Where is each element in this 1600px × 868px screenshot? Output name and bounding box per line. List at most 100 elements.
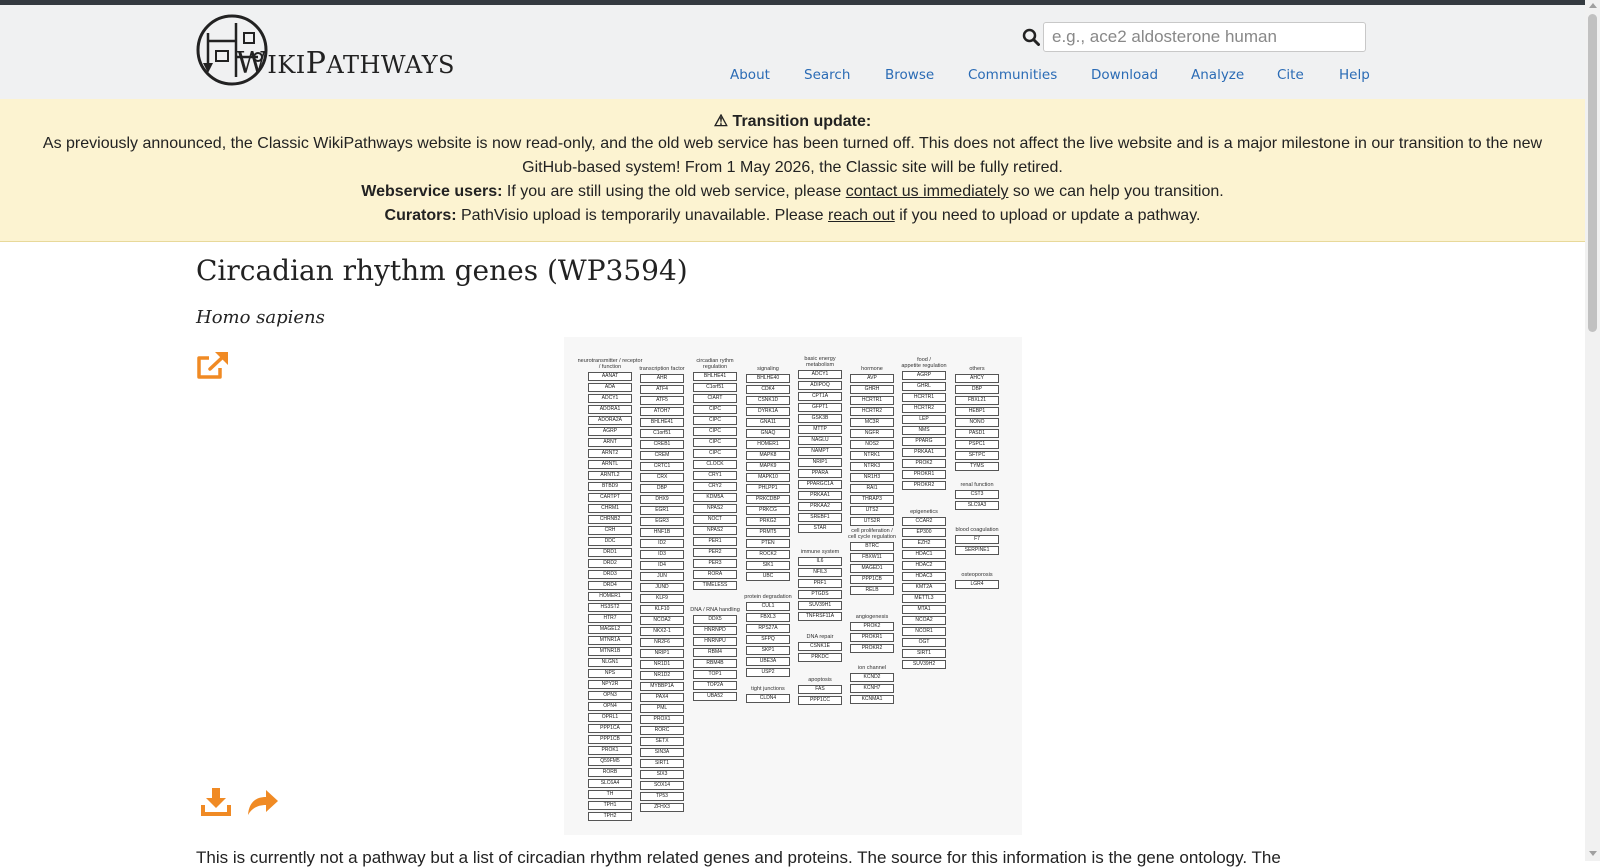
gene-node[interactable]: TOP2A [693,681,737,690]
gene-node[interactable]: CARTPT [588,493,632,502]
gene-node[interactable]: BTBD9 [588,482,632,491]
search-input[interactable] [1043,22,1366,52]
gene-node[interactable]: ID4 [640,561,684,570]
gene-node[interactable]: RELB [850,586,894,595]
gene-node[interactable]: NCOR1 [902,627,946,636]
gene-node[interactable]: SETX [640,737,684,746]
gene-node[interactable]: DRD4 [588,581,632,590]
gene-node[interactable]: SFTPC [955,451,999,460]
gene-node[interactable]: EP300 [902,528,946,537]
gene-node[interactable]: PROKR2 [902,481,946,490]
gene-node[interactable]: OPN4 [588,702,632,711]
gene-node[interactable]: MTTP [798,425,842,434]
gene-node[interactable]: CHRNB2 [588,515,632,524]
gene-node[interactable]: MC3R [850,418,894,427]
gene-node[interactable]: KMT2A [902,583,946,592]
gene-node[interactable]: NTRK1 [850,451,894,460]
gene-node[interactable]: NPS [588,669,632,678]
gene-node[interactable]: KLF9 [640,594,684,603]
scrollbar[interactable] [1585,0,1600,861]
gene-node[interactable]: PTGDS [798,590,842,599]
gene-node[interactable]: HS3ST2 [588,603,632,612]
gene-node[interactable]: SOX14 [640,781,684,790]
gene-node[interactable]: HCRTR1 [902,393,946,402]
gene-node[interactable]: ROCK2 [746,550,790,559]
gene-node[interactable]: IL6 [798,557,842,566]
gene-node[interactable]: TNFRSF11A [798,612,842,621]
gene-node[interactable]: SLC9A3 [955,501,999,510]
gene-node[interactable]: C1orf51 [693,383,737,392]
gene-node[interactable]: Q59FM5 [588,757,632,766]
gene-node[interactable]: PROX1 [640,715,684,724]
gene-node[interactable]: DBP [640,484,684,493]
gene-node[interactable]: DDX5 [693,615,737,624]
gene-node[interactable]: SLC6A4 [588,779,632,788]
gene-node[interactable]: PHLPP1 [746,484,790,493]
gene-node[interactable]: ADCY1 [588,394,632,403]
gene-node[interactable]: PASD1 [955,429,999,438]
gene-node[interactable]: PRKG2 [746,517,790,526]
gene-node[interactable]: NR2F6 [640,638,684,647]
gene-node[interactable]: KCNMA1 [850,695,894,704]
gene-node[interactable]: SIRT1 [902,649,946,658]
gene-node[interactable]: F7 [955,535,999,544]
gene-node[interactable]: CRH [588,526,632,535]
gene-node[interactable]: JUN [640,572,684,581]
gene-node[interactable]: METTL3 [902,594,946,603]
gene-node[interactable]: NAGLU [798,436,842,445]
gene-node[interactable]: KDM5A [693,493,737,502]
gene-node[interactable]: DYRK1A [746,407,790,416]
gene-node[interactable]: HOMER1 [588,592,632,601]
gene-node[interactable]: NFIL3 [798,568,842,577]
gene-node[interactable]: SIRT1 [640,759,684,768]
gene-node[interactable]: HDAC1 [902,550,946,559]
gene-node[interactable]: TYMS [955,462,999,471]
gene-node[interactable]: HOMER1 [746,440,790,449]
gene-node[interactable]: GNAQ [746,429,790,438]
scroll-up-arrow-icon[interactable] [1589,3,1597,8]
gene-node[interactable]: NOS2 [850,440,894,449]
gene-node[interactable]: NLGN1 [588,658,632,667]
gene-node[interactable]: FBXL21 [955,396,999,405]
gene-node[interactable]: HTR7 [588,614,632,623]
gene-node[interactable]: NTRK3 [850,462,894,471]
gene-node[interactable]: CREM [640,451,684,460]
gene-node[interactable]: CIART [693,394,737,403]
gene-node[interactable]: NKX2-1 [640,627,684,636]
gene-node[interactable]: HCRTR2 [902,404,946,413]
gene-node[interactable]: SKP1 [746,646,790,655]
gene-node[interactable]: RORB [588,768,632,777]
gene-node[interactable]: MAPK10 [746,473,790,482]
gene-node[interactable]: PROKR1 [902,470,946,479]
gene-node[interactable]: TPH2 [588,812,632,821]
gene-node[interactable]: ARNTL [588,460,632,469]
gene-node[interactable]: PPP1CB [850,575,894,584]
gene-node[interactable]: SERPINE1 [955,546,999,555]
gene-node[interactable]: PROK2 [850,622,894,631]
gene-node[interactable]: ARNT [588,438,632,447]
gene-node[interactable]: NCOA2 [902,616,946,625]
gene-node[interactable]: TPH1 [588,801,632,810]
gene-node[interactable]: NMS [902,426,946,435]
gene-node[interactable]: GSK3B [798,414,842,423]
gene-node[interactable]: CRY2 [693,482,737,491]
gene-node[interactable]: CRTC1 [640,462,684,471]
gene-node[interactable]: NR1D2 [640,671,684,680]
gene-node[interactable]: ID2 [640,539,684,548]
gene-node[interactable]: NRIP1 [798,458,842,467]
gene-node[interactable]: UTS2R [850,517,894,526]
gene-node[interactable]: PPP1CB [588,735,632,744]
gene-node[interactable]: RBM4 [693,648,737,657]
gene-node[interactable]: PRF1 [798,579,842,588]
gene-node[interactable]: GFPT1 [798,403,842,412]
gene-node[interactable]: MAPK9 [746,462,790,471]
gene-node[interactable]: PRKCDBP [746,495,790,504]
wikipathways-logo[interactable]: WIKIPATHWAYS [196,11,455,91]
gene-node[interactable]: SUV39H1 [798,601,842,610]
gene-node[interactable]: PROK1 [588,746,632,755]
gene-node[interactable]: MTNR1B [588,647,632,656]
gene-node[interactable]: NR1H3 [850,473,894,482]
nav-search[interactable]: Search [804,67,850,83]
gene-node[interactable]: SIN3A [640,748,684,757]
gene-node[interactable]: KLF10 [640,605,684,614]
